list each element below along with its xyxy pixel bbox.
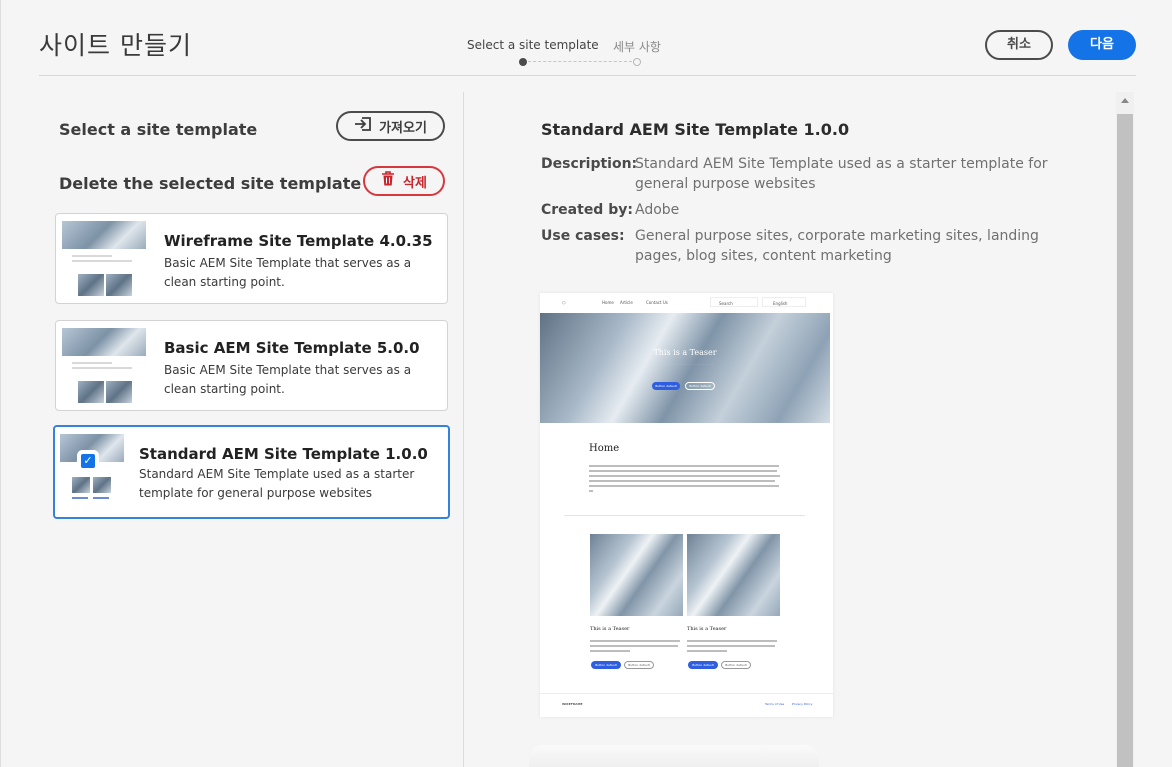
description-key: Description: [541,156,638,172]
preview-hero-text: · · · · · · · · · · · · · · · · · · · · … [654,362,716,366]
use-cases-value: General purpose sites, corporate marketi… [635,228,1039,264]
template-card-title: Basic AEM Site Template 5.0.0 [164,339,420,357]
scroll-up-arrow-icon[interactable] [1121,98,1129,103]
preview-footer-brand: WIREFRAME [562,702,583,706]
template-card-standard[interactable]: ✓ Standard AEM Site Template 1.0.0 Stand… [53,425,450,519]
use-cases-row: Use cases: General purpose sites, corpor… [541,226,1086,266]
trash-icon [381,171,395,191]
template-card-basic[interactable]: Basic AEM Site Template 5.0.0 Basic AEM … [55,320,448,411]
preview-teaser-button-primary: Button default [688,661,718,669]
detail-scrollbar[interactable] [1116,92,1134,767]
template-card-description: Basic AEM Site Template that serves as a… [164,363,412,396]
selected-checkbox[interactable]: ✓ [81,454,95,468]
template-card-description: Standard AEM Site Template used as a sta… [139,467,415,500]
preview-teaser-button-secondary: Button default [624,661,654,669]
preview-hero-button-primary: Button default [652,382,680,390]
preview-nav-contact: Contact Us [646,300,668,305]
preview-footer-terms: Terms of Use [765,702,785,706]
template-list-pane: Select a site template 가져오기 Delete the s… [1,92,464,767]
preview-teaser-button-secondary: Button default [721,661,751,669]
preview-teaser-title: This is a Teaser [590,626,630,632]
preview-page-heading: Home [589,443,620,454]
description-row: Description: Standard AEM Site Template … [541,154,1086,194]
import-label: 가져오기 [379,120,427,136]
template-thumbnail [62,326,146,406]
preview-nav: ⬡ Home Article Contact Us Search English [540,293,833,313]
cancel-button[interactable]: 취소 [985,30,1053,60]
preview-nav-article: Article [620,300,633,305]
preview-teaser-image [687,534,780,616]
preview-footer-privacy: Privacy Policy [792,702,813,706]
step-dot-current [519,58,527,66]
preview-hero-title: This is a Teaser [653,348,717,357]
template-card-title: Wireframe Site Template 4.0.35 [164,232,433,250]
preview-teaser-title: This is a Teaser [687,626,727,632]
template-card-description: Basic AEM Site Template that serves as a… [164,256,412,289]
step-track [523,61,637,62]
preview-divider [564,515,805,516]
next-button[interactable]: 다음 [1068,30,1136,60]
create-site-dialog: 사이트 만들기 Select a site template 세부 사항 취소 … [0,0,1172,767]
description-value: Standard AEM Site Template used as a sta… [635,156,1048,192]
dialog-header: 사이트 만들기 Select a site template 세부 사항 취소 … [39,0,1136,76]
preview-logo: ⬡ [562,300,566,305]
detail-title: Standard AEM Site Template 1.0.0 [541,120,850,139]
import-button[interactable]: 가져오기 [336,111,445,141]
select-template-heading: Select a site template [59,120,258,139]
delete-template-heading: Delete the selected site template [59,174,362,193]
preview-teaser-button-primary: Button default [591,661,621,669]
wizard-stepper: Select a site template 세부 사항 [467,38,707,68]
preview-hero-button-secondary: Button default [685,382,715,390]
template-thumbnail [62,219,146,299]
next-preview-edge [529,745,819,767]
preview-language: English [762,297,806,307]
preview-footer: WIREFRAME Terms of Use Privacy Policy [540,693,833,717]
delete-label: 삭제 [403,175,427,191]
template-card-wireframe[interactable]: Wireframe Site Template 4.0.35 Basic AEM… [55,213,448,304]
created-by-row: Created by: Adobe [541,200,1086,220]
delete-button[interactable]: 삭제 [363,166,445,196]
template-detail-pane: Standard AEM Site Template 1.0.0 Descrip… [465,92,1116,767]
detail-properties: Description: Standard AEM Site Template … [541,154,1086,272]
preview-search: Search [710,297,758,307]
step-details: 세부 사항 [613,40,661,54]
step-select-template: Select a site template [467,38,599,52]
created-by-key: Created by: [541,202,633,218]
use-cases-key: Use cases: [541,228,625,244]
scrollbar-thumb[interactable] [1117,114,1133,767]
dialog-title: 사이트 만들기 [39,31,192,60]
template-preview-image: ⬡ Home Article Contact Us Search English… [540,293,833,717]
step-dot-pending [633,58,641,66]
preview-nav-home: Home [602,300,614,305]
preview-hero: This is a Teaser · · · · · · · · · · · ·… [540,313,830,423]
created-by-value: Adobe [635,202,680,218]
import-icon [354,116,372,136]
template-card-title: Standard AEM Site Template 1.0.0 [139,445,428,463]
preview-teaser-image [590,534,683,616]
template-thumbnail [60,432,124,512]
